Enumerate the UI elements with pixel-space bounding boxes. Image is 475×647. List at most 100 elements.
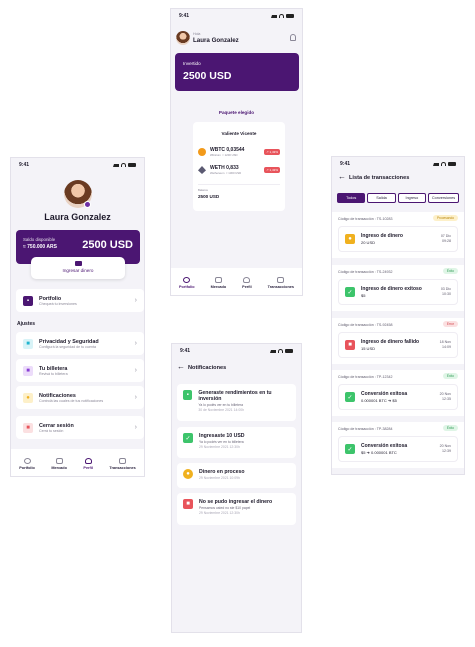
status-badge: Procesando: [432, 215, 458, 221]
change-badge: ↗ 1,43%: [264, 167, 280, 173]
status-time: 9:41: [179, 13, 190, 19]
battery-icon: [286, 14, 294, 18]
total-value: 2500 USD: [198, 194, 220, 199]
transaction-date: 07 Dic 09:28: [441, 234, 451, 243]
avatar[interactable]: [176, 31, 190, 45]
transaction-amount: 20 USD: [361, 240, 376, 245]
tab-label: Perfil: [83, 466, 93, 470]
tab-label: Portfolio: [19, 466, 35, 470]
package-name: Valiente Vicente: [221, 131, 257, 136]
battery-icon: [285, 349, 293, 353]
date-time: 12:35: [442, 397, 451, 401]
status-icons: [270, 349, 293, 353]
menu-sub: Revisá tu billetera: [39, 371, 68, 376]
signal-icon: [113, 163, 119, 167]
wifi-icon: [121, 163, 126, 167]
menu-notifications[interactable]: ● Notificaciones Controlá las cuales de …: [16, 386, 144, 409]
tab-market[interactable]: Mercado: [51, 458, 67, 470]
tab-transactions[interactable]: Transacciones: [268, 277, 294, 289]
menu-sub: Controlá las cuales de tus notificacione…: [39, 398, 104, 403]
signal-icon: [271, 14, 277, 18]
transaction-title: Ingreso de dinero: [361, 233, 403, 239]
change-value: 1,43%: [269, 150, 278, 154]
status-bar: 9:41: [332, 157, 464, 171]
back-arrow-icon[interactable]: ←: [177, 363, 185, 371]
signal-icon: [433, 162, 439, 166]
transaction-card[interactable]: ✓ Ingreso de dinero exitoso $5 03 Dic 10:30: [338, 279, 458, 305]
status-badge: Éxito: [442, 373, 458, 379]
status-bar: 9:41: [11, 158, 144, 172]
notification-title: Dinero en proceso: [199, 469, 245, 475]
menu-logout[interactable]: ■ Cerrar sesión Cerrá tu sesión ›: [16, 416, 144, 439]
notification-sub: Pensamos usted no ste $10 papel: [199, 506, 251, 511]
transaction-code: Código de transacción : TS-92458: [338, 323, 393, 327]
back-arrow-icon[interactable]: ←: [338, 173, 346, 181]
bell-icon[interactable]: [290, 34, 296, 41]
notification-item[interactable]: ✓ Ingresaste 10 USD Ya lo podés ver en tu…: [177, 427, 296, 458]
asset-usd: ≈ 1300 USD: [225, 171, 242, 175]
chart-icon: ▪: [183, 390, 193, 400]
menu-privacy[interactable]: ■ Privacidad y Seguridad Configurá la se…: [16, 332, 144, 355]
tab-label: Transacciones: [109, 466, 136, 470]
status-badge: Error: [442, 321, 458, 327]
tab-profile[interactable]: Perfil: [242, 277, 252, 289]
transaction-date: 18 Nov 14:09: [440, 340, 451, 349]
transaction-card[interactable]: ✓ Conversión exitosa $5 ➜ 0.000001 BTC 20 N…: [338, 436, 458, 462]
date-time: 14:09: [442, 345, 451, 349]
page-title: Lista de transacciones: [349, 175, 410, 181]
filter-out[interactable]: Salida: [367, 193, 396, 203]
balance-ars: ≈ 750.000 ARS: [23, 244, 57, 250]
pie-icon: [23, 458, 31, 464]
menu-wallet[interactable]: ■ Tu billetera Revisá tu billetera ›: [16, 359, 144, 382]
transaction-date: 20 Nov 12:35: [440, 392, 451, 401]
transaction-row[interactable]: Código de transacción : TS-24932 Éxito ✓ In…: [332, 265, 464, 311]
package-card[interactable]: Valiente Vicente WBTC 0,03544 Wbitcoin ≈…: [193, 122, 285, 211]
weth-icon: [198, 166, 206, 174]
chevron-right-icon: ›: [134, 297, 137, 304]
tab-market[interactable]: Mercado: [211, 277, 226, 289]
filter-bar: Todos Salida Ingreso Conversiones: [337, 193, 459, 203]
date-time: 10:30: [442, 292, 451, 296]
status-icons: [113, 163, 136, 167]
portfolio-row[interactable]: ▪ Portfolio Chequeá tu inversiones ›: [16, 289, 144, 312]
tab-transactions[interactable]: Transacciones: [109, 458, 136, 470]
asset-name: Wbitcoin: [210, 153, 221, 157]
divider: [198, 184, 280, 185]
notification-item[interactable]: ● Dinero en proceso 29 Noviembre 2021 10:…: [177, 463, 296, 488]
tab-bar: Portfolio Mercado Perfil Transacciones: [11, 449, 144, 476]
transaction-card[interactable]: ● Ingreso de dinero 20 USD 07 Dic 09:28: [338, 226, 458, 252]
chevron-right-icon: ›: [134, 394, 137, 401]
status-icons: [433, 162, 456, 166]
transaction-card[interactable]: ✓ Conversión exitosa 0.000001 BTC ➜ $5 20 N…: [338, 384, 458, 410]
transaction-row[interactable]: Código de transacción : TS-92458 Error ■ In…: [332, 318, 464, 364]
filter-in[interactable]: Ingreso: [397, 193, 427, 203]
briefcase-icon: ▪: [23, 295, 33, 306]
filter-all[interactable]: Todos: [337, 193, 366, 203]
transaction-row[interactable]: Código de transacción : TS-10283 Procesan…: [332, 212, 464, 258]
transaction-amount: $5 ➜ 0.000001 BTC: [361, 450, 397, 455]
wallet-icon: [74, 261, 82, 266]
asset-row-wbtc[interactable]: WBTC 0,03544 Wbitcoin ≈ 1200 USD ↗ 1,43%: [198, 144, 280, 160]
notification-item[interactable]: ▪ Generaste rendimientos en tu inversión…: [177, 384, 296, 421]
notification-item[interactable]: ■ No se pudo ingresar el dinero Pensamos …: [177, 493, 296, 525]
pie-icon: [183, 277, 191, 283]
portfolio-sub: Chequeá tu inversiones: [39, 301, 77, 306]
battery-icon: [128, 163, 136, 167]
tab-portfolio[interactable]: Portfolio: [19, 458, 35, 470]
transaction-row[interactable]: Código de transacción : TP-38284 Éxito ✓ Co…: [332, 422, 464, 468]
tab-portfolio[interactable]: Portfolio: [179, 277, 195, 289]
status-icons: [271, 14, 294, 18]
filter-conversions[interactable]: Conversiones: [428, 193, 459, 203]
avatar-edit-icon[interactable]: [84, 201, 91, 208]
asset-row-weth[interactable]: WETH 0,833 Wethereum ≈ 1300 USD ↗ 1,43%: [198, 162, 280, 178]
invested-card: Invertido 2500 USD: [175, 53, 299, 91]
deposit-button[interactable]: Ingresar dinero: [31, 257, 125, 279]
tab-label: Portfolio: [178, 285, 195, 289]
transaction-row[interactable]: Código de transacción : TP-12342 Éxito ✓ Co…: [332, 370, 464, 416]
user-icon: [84, 458, 92, 464]
transaction-card[interactable]: ■ Ingreso de dinero fallido 15 USD 18 Nov 14…: [338, 332, 458, 358]
transactions-icon: [277, 277, 285, 283]
tab-profile[interactable]: Perfil: [83, 458, 93, 470]
transaction-amount: 15 USD: [361, 346, 376, 351]
clock-icon: ●: [183, 469, 193, 479]
